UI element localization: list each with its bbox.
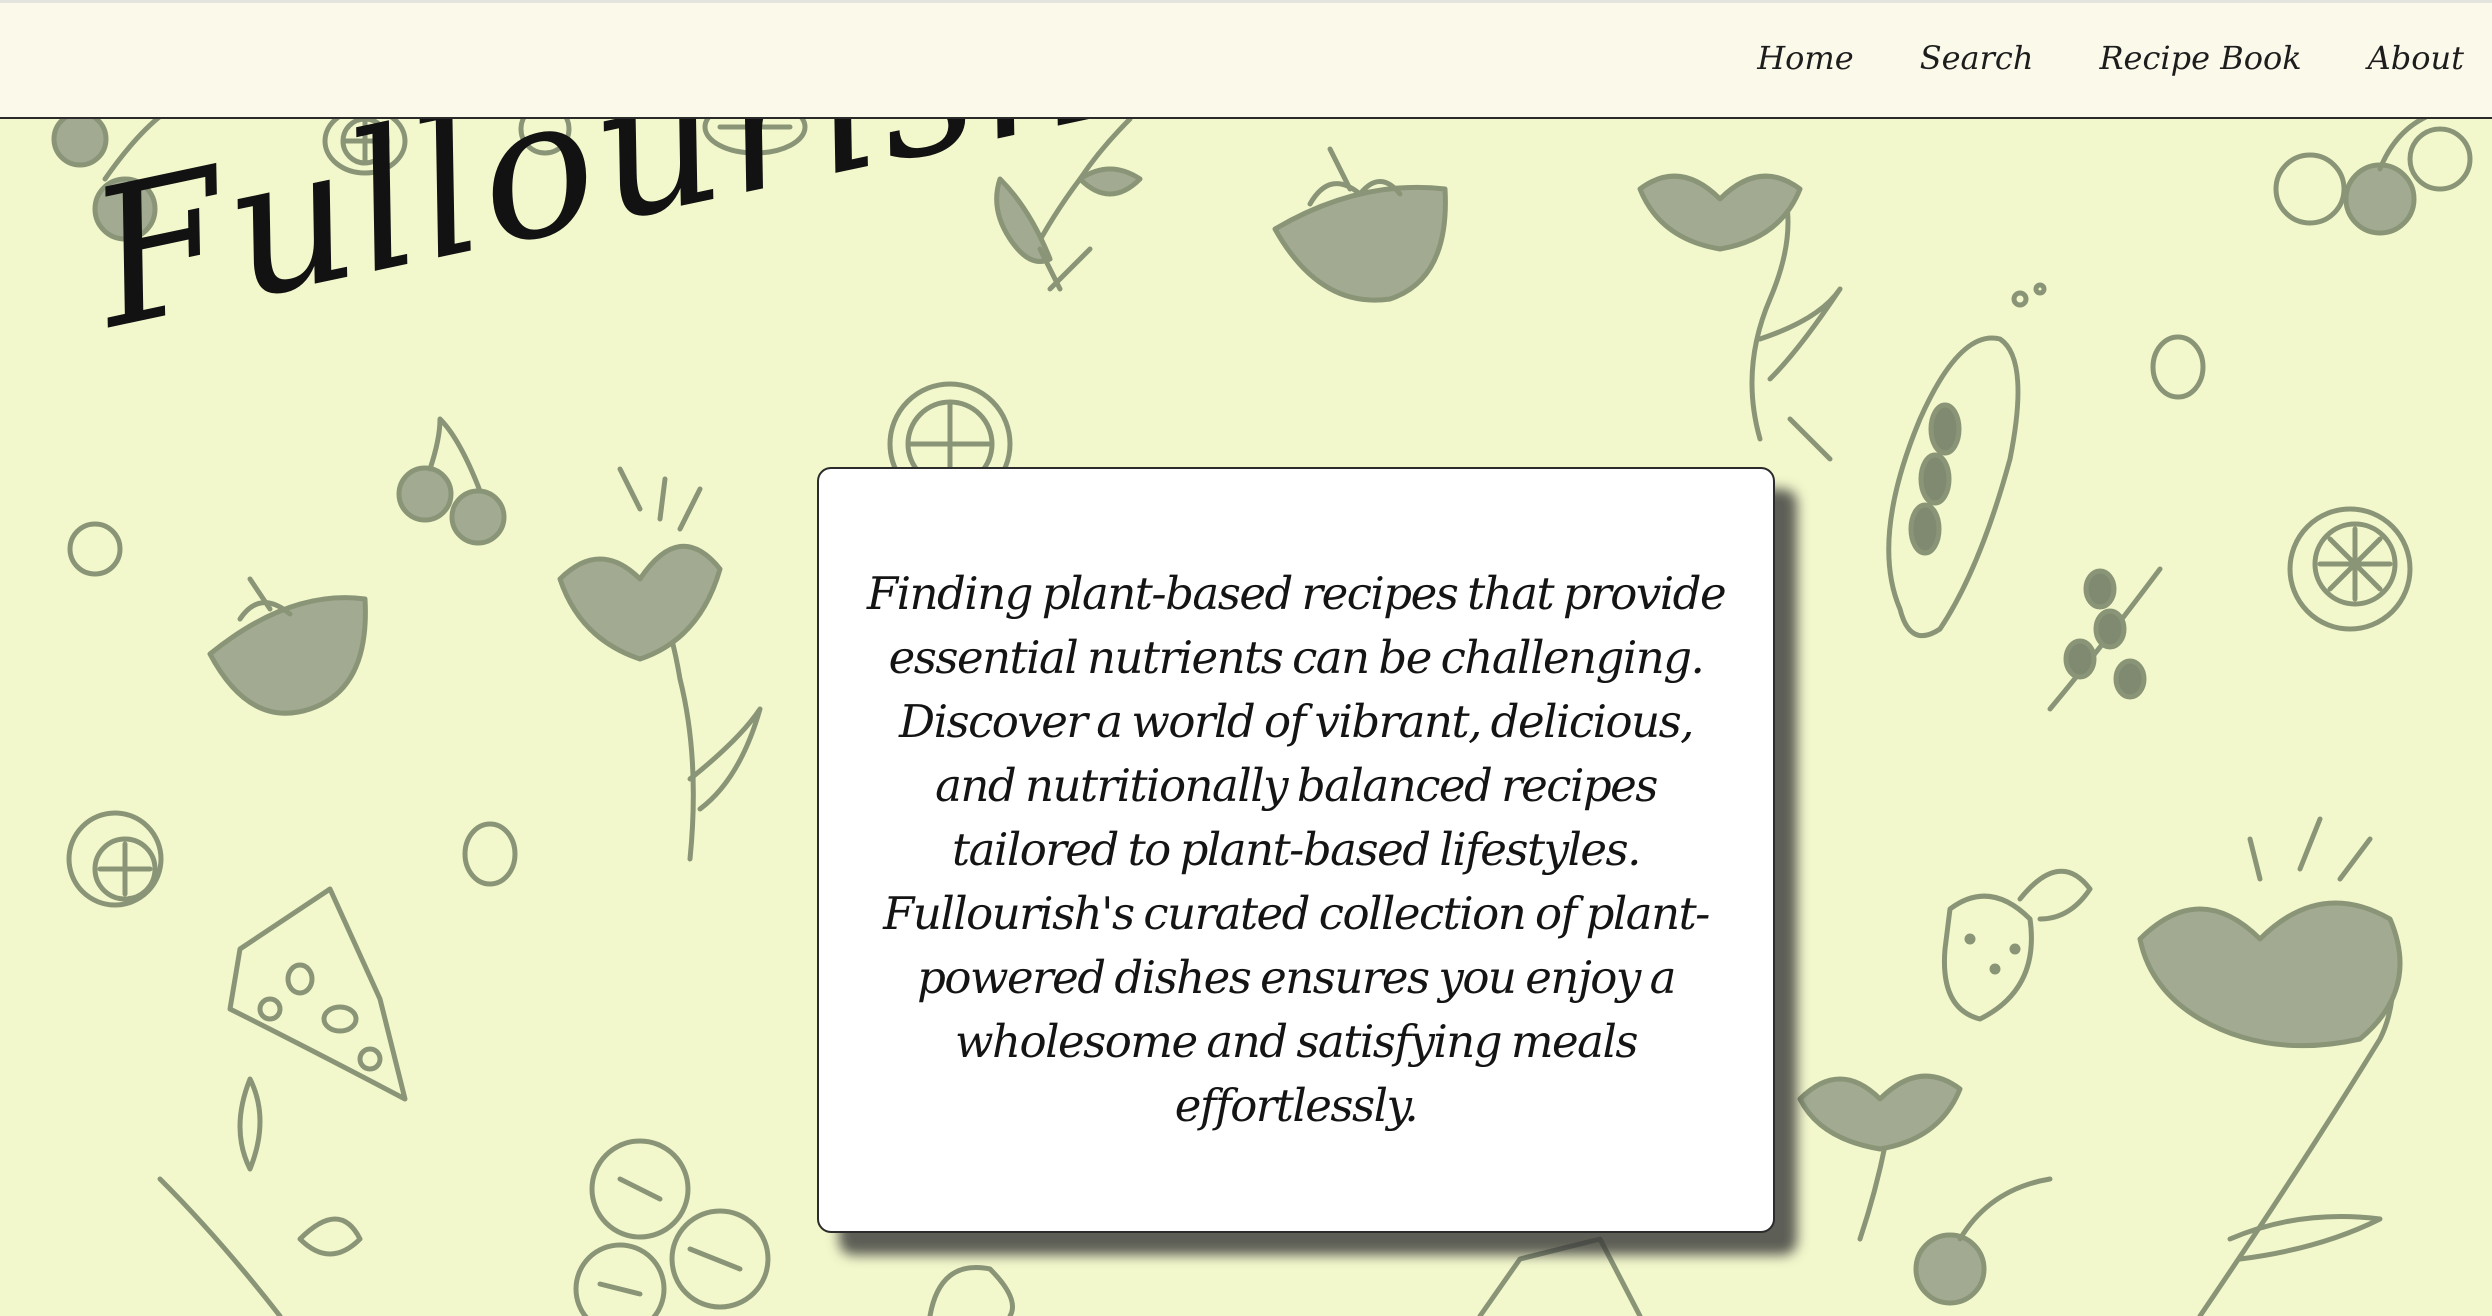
tomato-icon bbox=[573, 1138, 771, 1316]
nav-recipe-book-link[interactable]: Recipe Book bbox=[2099, 39, 2301, 77]
lemon-slice-icon bbox=[2287, 506, 2413, 632]
lily-flower-icon bbox=[557, 466, 763, 862]
main-nav: Home Search Recipe Book About bbox=[1691, 39, 2464, 77]
nav-home-link[interactable]: Home bbox=[1757, 39, 1853, 77]
strawberry-icon bbox=[927, 1265, 1015, 1316]
noodle-bowl-icon bbox=[207, 576, 368, 716]
lily-flower-icon bbox=[1797, 1073, 1963, 1242]
baguette-icon bbox=[1886, 282, 2047, 639]
lemon-slice-icon bbox=[66, 810, 164, 908]
cherry-icon bbox=[2273, 119, 2473, 236]
noodle-bowl-icon bbox=[1272, 146, 1448, 303]
strawberry-icon bbox=[1941, 868, 2093, 1022]
pea-icon bbox=[462, 821, 518, 887]
top-navigation-bar: Home Search Recipe Book About bbox=[0, 0, 2492, 119]
lily-flower-icon bbox=[2137, 816, 2403, 1316]
pea-icon bbox=[67, 521, 123, 577]
lily-flower-icon bbox=[1637, 173, 1843, 462]
nav-search-link[interactable]: Search bbox=[1920, 39, 2034, 77]
leaf-sprig-icon bbox=[157, 1076, 363, 1316]
olive-branch-icon bbox=[2047, 566, 2163, 712]
pea-icon bbox=[2150, 334, 2206, 400]
nav-about-link[interactable]: About bbox=[2368, 39, 2464, 77]
cherry-icon bbox=[1913, 1176, 2053, 1306]
intro-card: Finding plant-based recipes that provide… bbox=[817, 467, 1775, 1233]
cherry-icon bbox=[396, 416, 507, 546]
cheese-wedge-icon bbox=[1477, 1236, 1643, 1316]
intro-description: Finding plant-based recipes that provide… bbox=[866, 567, 1727, 1132]
cheese-wedge-icon bbox=[227, 886, 408, 1102]
